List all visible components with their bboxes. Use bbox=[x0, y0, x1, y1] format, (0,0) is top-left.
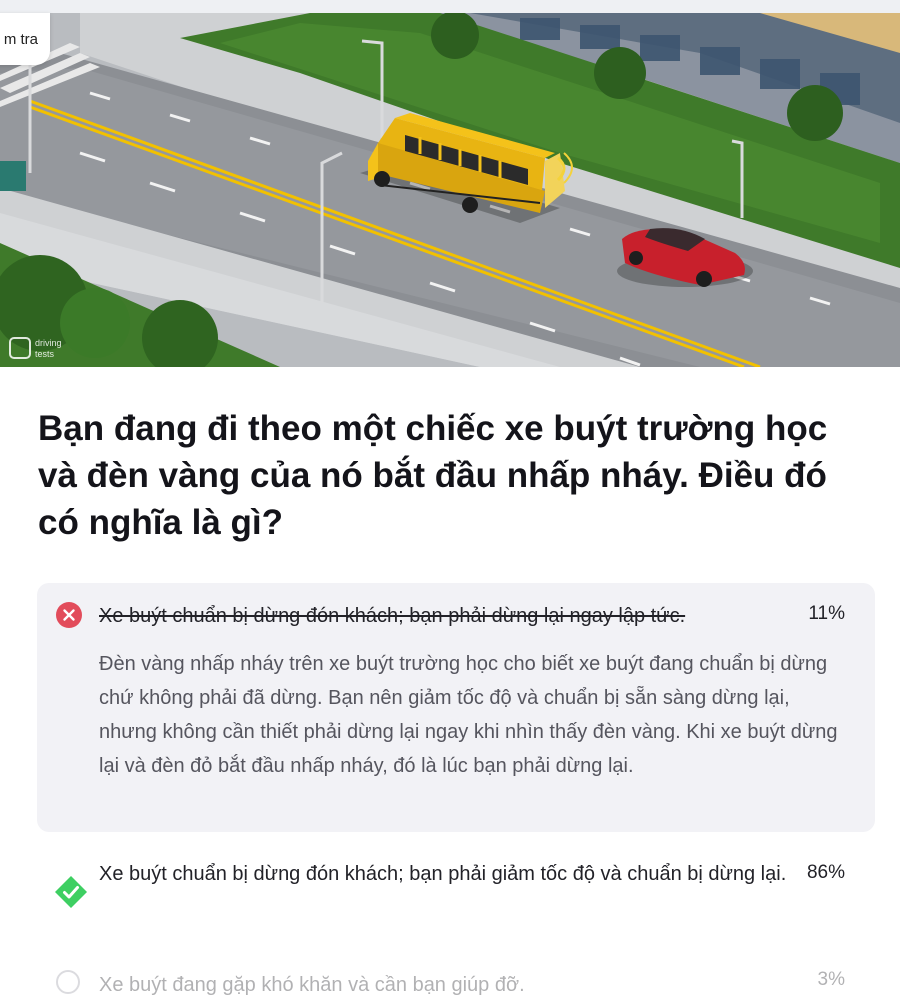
answer-option-percent: 86% bbox=[806, 862, 845, 883]
watermark-line2: tests bbox=[35, 349, 55, 359]
answer-option-wrong[interactable]: Xe buýt chuẩn bị dừng đón khách; bạn phả… bbox=[37, 583, 875, 832]
correct-check-icon bbox=[54, 875, 87, 908]
question-text: Bạn đang đi theo một chiếc xe buýt trườn… bbox=[38, 409, 828, 542]
answer-option-correct[interactable]: Xe buýt chuẩn bị dừng đón khách; bạn phả… bbox=[37, 856, 875, 928]
radio-circle-icon bbox=[56, 970, 80, 994]
answer-option-text: Xe buýt chuẩn bị dừng đón khách; bạn phả… bbox=[99, 605, 686, 627]
test-chip[interactable]: m tra bbox=[0, 13, 50, 65]
top-strip bbox=[0, 0, 900, 13]
question-illustration: driving tests bbox=[0, 13, 900, 367]
answer-option-neutral[interactable]: Xe buýt đang gặp khó khăn và cần bạn giú… bbox=[37, 965, 875, 996]
answer-option-text: Xe buýt chuẩn bị dừng đón khách; bạn phả… bbox=[99, 863, 787, 885]
watermark-line1: driving bbox=[35, 338, 62, 348]
answer-option-percent: 3% bbox=[817, 969, 845, 990]
answer-option-text: Xe buýt đang gặp khó khăn và cần bạn giú… bbox=[99, 974, 525, 996]
answer-explanation: Đèn vàng nhấp nháy trên xe buýt trường h… bbox=[99, 653, 838, 777]
wrong-x-icon bbox=[56, 602, 82, 628]
answer-option-percent: 11% bbox=[808, 603, 845, 624]
test-chip-label: m tra bbox=[3, 30, 38, 48]
